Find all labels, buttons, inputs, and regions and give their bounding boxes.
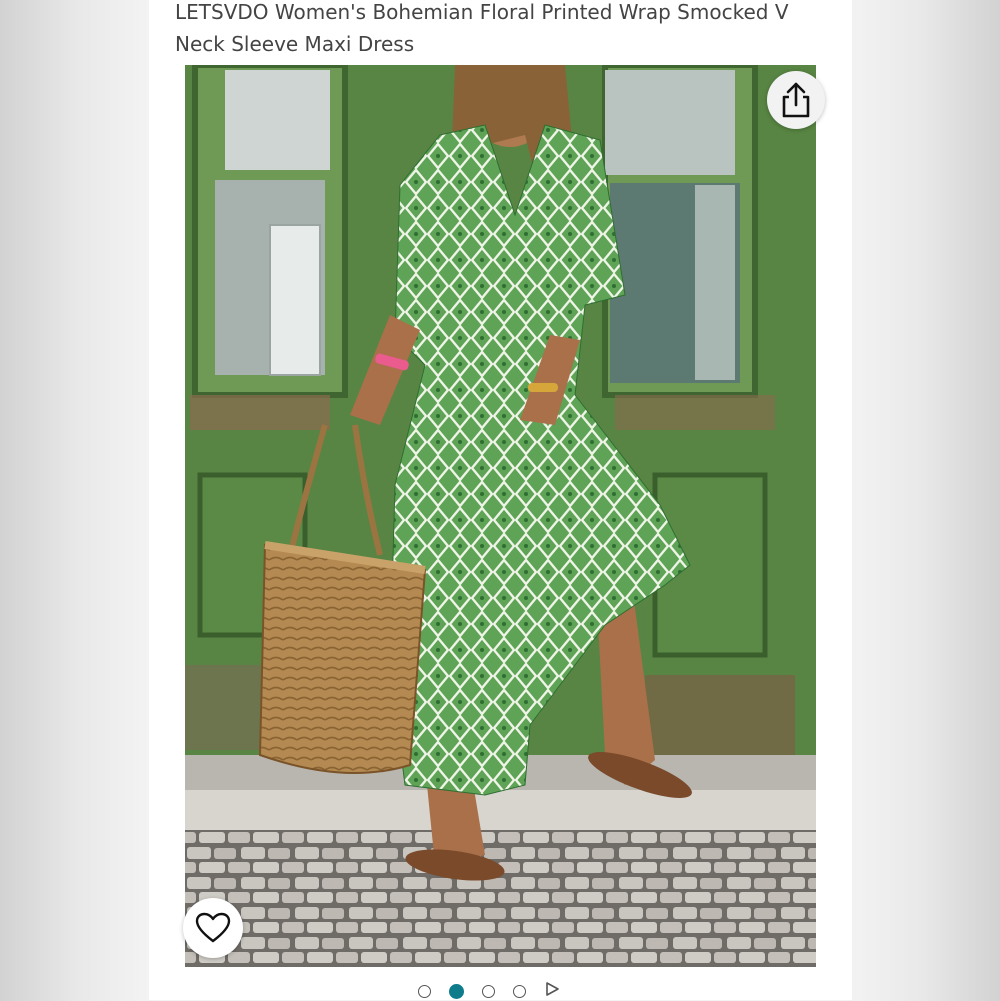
product-image[interactable]	[185, 65, 816, 967]
image-pagination	[418, 981, 560, 1001]
share-icon	[782, 82, 810, 118]
pagination-dot[interactable]	[418, 984, 431, 998]
product-title: LETSVDO Women's Bohemian Floral Printed …	[175, 0, 789, 56]
pagination-dot[interactable]	[513, 984, 526, 998]
pagination-dot[interactable]	[482, 984, 495, 998]
heart-icon	[195, 912, 231, 943]
favorite-button[interactable]	[183, 898, 243, 958]
share-button[interactable]	[767, 71, 825, 129]
pagination-dot-active[interactable]	[449, 983, 464, 999]
video-play-icon[interactable]	[544, 981, 560, 1001]
